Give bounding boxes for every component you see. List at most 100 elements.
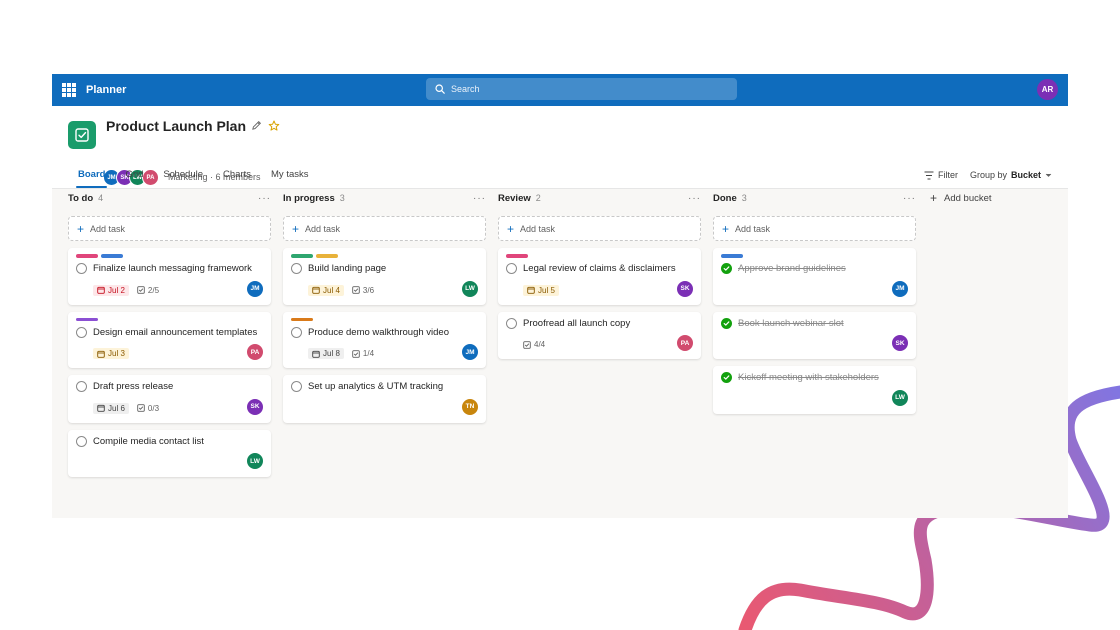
task-meta: [738, 393, 908, 406]
add-task-button[interactable]: + Add task: [68, 216, 271, 241]
task-title: Design email announcement templates: [93, 326, 258, 338]
task-title-row: Kickoff meeting with stakeholders: [721, 372, 908, 385]
task-title: Book launch webinar slot: [738, 317, 844, 329]
assignee-avatar[interactable]: JM: [247, 280, 263, 297]
task-meta: [308, 402, 478, 415]
tab-charts[interactable]: Charts: [213, 160, 261, 188]
more-options-icon[interactable]: ···: [903, 193, 916, 204]
plus-icon: +: [930, 191, 938, 205]
more-options-icon[interactable]: ···: [258, 193, 271, 204]
assignee-avatar[interactable]: SK: [677, 280, 693, 297]
tab-my-tasks[interactable]: My tasks: [261, 160, 318, 188]
task-card[interactable]: Finalize launch messaging framework Jul 2…: [68, 248, 271, 305]
complete-task-checkbox[interactable]: [76, 381, 87, 392]
task-card[interactable]: Book launch webinar slot SK: [713, 311, 916, 359]
assignee-avatar[interactable]: LW: [892, 389, 908, 406]
task-card[interactable]: Kickoff meeting with stakeholders LW: [713, 366, 916, 414]
assignee-avatar[interactable]: JM: [892, 280, 908, 297]
complete-task-checkbox[interactable]: [76, 435, 87, 447]
edit-pencil-icon[interactable]: [251, 120, 262, 131]
complete-task-checkbox[interactable]: [76, 263, 87, 274]
assignee-avatar[interactable]: TN: [462, 398, 478, 415]
checklist-icon: [523, 340, 531, 349]
board: To do 4 ··· + Add task Finalize launch messag…: [68, 189, 992, 477]
tab-grid[interactable]: Grid: [115, 160, 153, 188]
task-card[interactable]: Draft press release Jul 6 0/3 SK: [68, 375, 271, 423]
add-task-button[interactable]: + Add task: [498, 216, 701, 241]
due-date-badge: Jul 2: [93, 284, 129, 296]
checklist-count: 1/4: [362, 349, 375, 358]
task-title: Kickoff meeting with stakeholders: [738, 372, 879, 383]
bucket-name[interactable]: Done 3: [713, 193, 747, 204]
task-card[interactable]: Proofread all launch copy 4/4 PA: [498, 311, 701, 359]
group-by-value: Bucket: [1010, 170, 1041, 180]
completed-check-icon[interactable]: [721, 263, 732, 274]
task-card[interactable]: Legal review of claims & disclaimers Jul …: [498, 248, 701, 305]
due-date: Jul 4: [323, 285, 340, 295]
add-bucket-button[interactable]: + Add bucket: [930, 189, 992, 207]
task-meta: Jul 8 1/4: [308, 347, 478, 360]
bucket-header: Done 3 ···: [713, 189, 916, 207]
complete-task-checkbox[interactable]: [506, 317, 517, 329]
complete-task-checkbox[interactable]: [76, 326, 87, 338]
task-meta: [738, 338, 908, 351]
search-input[interactable]: [451, 84, 711, 94]
app-launcher-icon[interactable]: [62, 83, 76, 97]
checklist-icon: [352, 286, 360, 294]
add-task-button[interactable]: + Add task: [283, 216, 486, 241]
bucket-name[interactable]: To do 4: [68, 193, 103, 204]
favorite-star-icon[interactable]: [268, 120, 280, 132]
tab-schedule[interactable]: Schedule: [153, 160, 213, 188]
bucket-count: 4: [98, 192, 104, 203]
task-title-row: Design email announcement templates: [76, 326, 263, 340]
calendar-icon: [527, 286, 535, 294]
task-card[interactable]: Compile media contact list LW: [68, 429, 271, 477]
assignee-avatar[interactable]: PA: [677, 335, 693, 351]
task-card[interactable]: Approve brand guidelines JM: [713, 248, 916, 305]
checklist-progress: 1/4: [352, 349, 374, 358]
task-card[interactable]: Build landing page Jul 4 3/6 LW: [283, 248, 486, 305]
task-card[interactable]: Design email announcement templates Jul 3…: [68, 311, 271, 368]
assignee-avatar[interactable]: LW: [462, 280, 478, 297]
more-options-icon[interactable]: ···: [473, 193, 486, 204]
task-title-row: Legal review of claims & disclaimers: [506, 263, 693, 276]
due-date-badge: Jul 3: [93, 348, 129, 359]
assignee-avatar[interactable]: LW: [247, 453, 263, 469]
add-task-button[interactable]: + Add task: [713, 216, 916, 241]
completed-check-icon[interactable]: [721, 372, 732, 383]
bucket-count: 3: [741, 192, 747, 203]
complete-task-checkbox[interactable]: [291, 326, 302, 338]
bucket-name[interactable]: Review 2: [498, 193, 541, 204]
app-name: Planner: [86, 84, 127, 96]
task-meta: Jul 2 2/5: [93, 284, 263, 297]
bucket-name[interactable]: In progress 3: [283, 193, 345, 204]
checklist-count: 2/5: [147, 285, 160, 295]
assignee-avatar[interactable]: PA: [247, 344, 263, 360]
due-date-badge: Jul 8: [308, 348, 344, 359]
task-title-row: Produce demo walkthrough video: [291, 326, 478, 340]
assignee-avatar[interactable]: SK: [892, 335, 908, 351]
assignee-avatar[interactable]: JM: [462, 344, 478, 360]
task-card[interactable]: Produce demo walkthrough video Jul 8 1/4 JM: [283, 311, 486, 368]
group-by-dropdown[interactable]: Group by Bucket: [970, 170, 1052, 180]
search-box[interactable]: [426, 78, 737, 100]
due-date: Jul 5: [538, 285, 555, 295]
filter-button[interactable]: Filter: [924, 170, 958, 180]
tab-board[interactable]: Board: [68, 160, 115, 188]
complete-task-checkbox[interactable]: [291, 381, 302, 392]
bucket-count: 2: [535, 192, 541, 203]
label-chip: [76, 317, 98, 321]
bucket-done: Done 3 ··· + Add task Approve brand guideline…: [713, 189, 916, 477]
complete-task-checkbox[interactable]: [291, 263, 302, 274]
complete-task-checkbox[interactable]: [506, 263, 517, 274]
checklist-count: 4/4: [534, 340, 546, 349]
bucket-count: 3: [339, 192, 345, 203]
task-card[interactable]: Set up analytics & UTM tracking TN: [283, 375, 486, 423]
assignee-avatar[interactable]: SK: [247, 398, 263, 415]
calendar-icon: [312, 350, 320, 358]
checklist-count: 3/6: [362, 285, 375, 295]
user-avatar[interactable]: AR: [1037, 79, 1058, 100]
more-options-icon[interactable]: ···: [688, 193, 701, 204]
add-task-label: Add task: [735, 223, 771, 234]
completed-check-icon[interactable]: [721, 317, 732, 329]
